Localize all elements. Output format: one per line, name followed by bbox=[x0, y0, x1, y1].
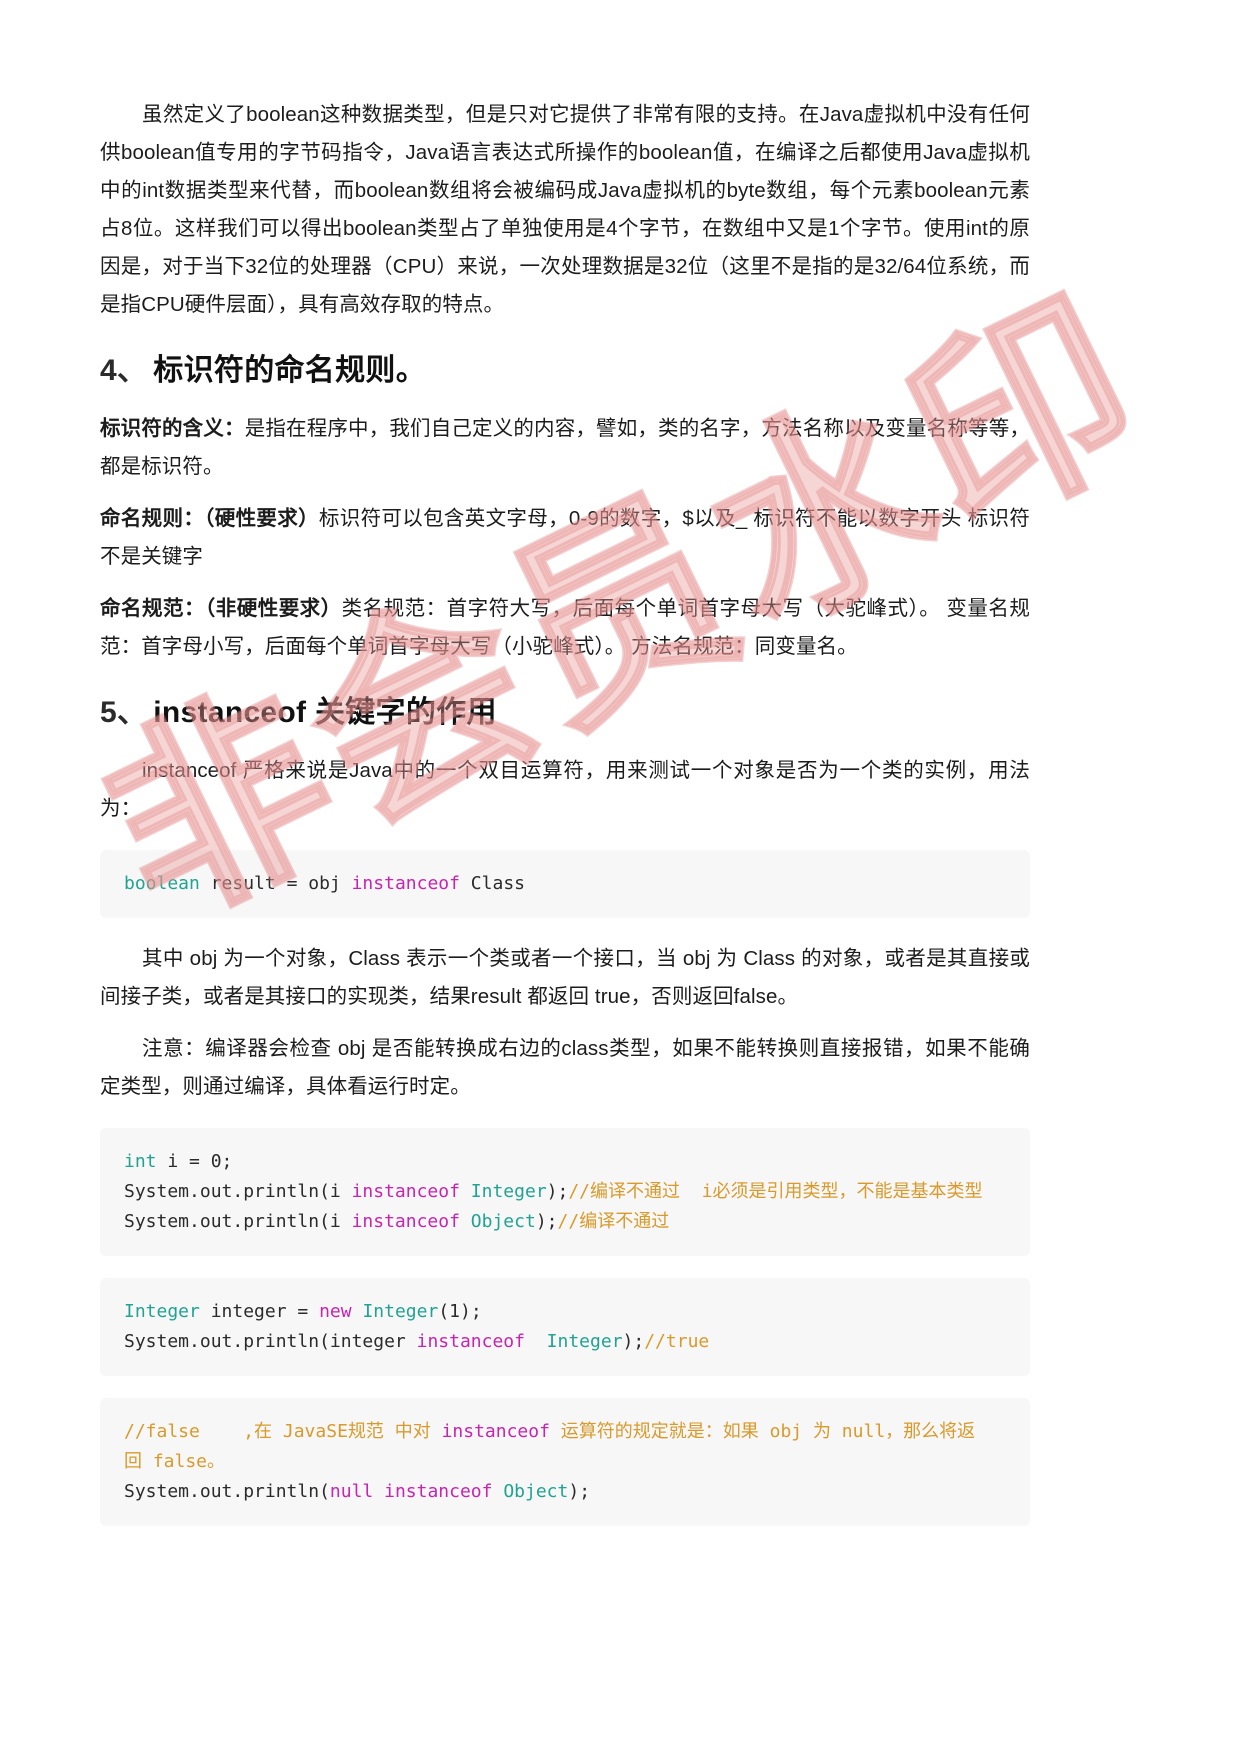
code-token: = bbox=[189, 1151, 200, 1172]
paragraph-instanceof-note: 注意：编译器会检查 obj 是否能转换成右边的class类型，如果不能转换则直接… bbox=[100, 1037, 1030, 1098]
section-number-4: 4、 bbox=[100, 354, 148, 387]
paragraph-naming-rule: 命名规则：（硬性要求）标识符可以包含英文字母，0-9的数字，$以及_ 标识符不能… bbox=[100, 500, 1030, 576]
code-token: 回 false。 bbox=[124, 1451, 226, 1472]
code-token: ); bbox=[622, 1331, 645, 1352]
code-token: System.out.println(i bbox=[124, 1211, 352, 1232]
code-line: System.out.println(i instanceof Object);… bbox=[124, 1207, 1006, 1237]
section-title-5: instanceof 关键字的作用 bbox=[153, 696, 497, 729]
code-token: Object bbox=[503, 1481, 569, 1502]
code-token: //编译不通过 bbox=[557, 1211, 670, 1232]
section-heading-4: 4、 标识符的命名规则。 bbox=[100, 350, 1030, 392]
paragraph-identifier-meaning: 标识符的含义：是指在程序中，我们自己定义的内容，譬如，类的名字，方法名称以及变量… bbox=[100, 410, 1030, 486]
code-token: Object bbox=[470, 1211, 536, 1232]
code-line: System.out.println(null instanceof Objec… bbox=[124, 1477, 1006, 1507]
code-token: instanceof bbox=[384, 1481, 493, 1502]
code-line: 回 false。 bbox=[124, 1447, 1006, 1477]
section-heading-5: 5、 instanceof 关键字的作用 bbox=[100, 692, 1030, 734]
code-token: System.out.println( bbox=[124, 1481, 330, 1502]
document-content: 虽然定义了boolean这种数据类型，但是只对它提供了非常有限的支持。在Java… bbox=[100, 96, 1030, 1548]
code-token: i bbox=[156, 1151, 190, 1172]
code-token: instanceof bbox=[351, 873, 460, 894]
paragraph-naming-convention: 命名规范：（非硬性要求）类名规范：首字符大写，后面每个单词首字母大写（大驼峰式）… bbox=[100, 590, 1030, 666]
code-token: instanceof bbox=[351, 1181, 460, 1202]
code-token: null bbox=[329, 1481, 374, 1502]
code-block-3: Integer integer = new Integer(1); System.… bbox=[100, 1278, 1030, 1376]
code-token: ); bbox=[546, 1181, 569, 1202]
code-line: System.out.println(integer instanceof In… bbox=[124, 1327, 1006, 1357]
code-token: 运算符的规定就是：如果 obj 为 null，那么将返 bbox=[549, 1421, 976, 1442]
code-line: //false ,在 JavaSE规范 中对 instanceof 运算符的规定… bbox=[124, 1417, 1006, 1447]
code-line: boolean result = obj instanceof Class bbox=[124, 869, 1006, 899]
code-block-2: int i = 0; System.out.println(i instanceo… bbox=[100, 1128, 1030, 1256]
code-token: Integer bbox=[470, 1181, 547, 1202]
label-naming-rule: 命名规则：（硬性要求） bbox=[100, 507, 319, 530]
code-token: //编译不通过 i必须是引用类型，不能是基本类型 bbox=[568, 1181, 983, 1202]
code-token: new bbox=[319, 1301, 352, 1322]
code-token: Integer bbox=[546, 1331, 623, 1352]
code-token: Integer bbox=[362, 1301, 439, 1322]
code-token: instanceof bbox=[416, 1331, 525, 1352]
code-token: int bbox=[124, 1151, 157, 1172]
label-naming-convention: 命名规范：（非硬性要求） bbox=[100, 597, 342, 620]
code-token: result bbox=[199, 873, 287, 894]
code-token: obj bbox=[297, 873, 352, 894]
paragraph-instanceof-intro: instanceof 严格来说是Java中的一个双目运算符，用来测试一个对象是否… bbox=[100, 759, 1030, 820]
code-line: System.out.println(i instanceof Integer)… bbox=[124, 1177, 1006, 1207]
code-token: ); bbox=[535, 1211, 558, 1232]
paragraph-boolean-intro: 虽然定义了boolean这种数据类型，但是只对它提供了非常有限的支持。在Java… bbox=[100, 103, 1030, 316]
section-number-5: 5、 bbox=[100, 696, 148, 729]
code-token: Integer bbox=[124, 1301, 200, 1322]
code-block-4: //false ,在 JavaSE规范 中对 instanceof 运算符的规定… bbox=[100, 1398, 1030, 1526]
code-token: boolean bbox=[124, 873, 200, 894]
code-token: = bbox=[286, 873, 298, 894]
code-token: instanceof bbox=[351, 1211, 460, 1232]
code-token: System.out.println(i bbox=[124, 1181, 352, 1202]
code-token: Class bbox=[459, 873, 525, 894]
code-line: int i = 0; bbox=[124, 1147, 1006, 1177]
document-page: 非会员水印 虽然定义了boolean这种数据类型，但是只对它提供了非常有限的支持… bbox=[0, 0, 1240, 1753]
code-token: integer bbox=[199, 1301, 298, 1322]
code-token: instanceof bbox=[441, 1421, 550, 1442]
code-block-1: boolean result = obj instanceof Class bbox=[100, 850, 1030, 918]
code-token: 0; bbox=[199, 1151, 233, 1172]
paragraph-instanceof-explain: 其中 obj 为一个对象，Class 表示一个类或者一个接口，当 obj 为 C… bbox=[100, 947, 1030, 1008]
code-line: Integer integer = new Integer(1); bbox=[124, 1297, 1006, 1327]
code-token: //true bbox=[644, 1331, 710, 1352]
code-token: = bbox=[297, 1301, 309, 1322]
code-token: System.out.println(integer bbox=[124, 1331, 417, 1352]
code-token: ); bbox=[568, 1481, 591, 1502]
section-title-4: 标识符的命名规则。 bbox=[153, 354, 426, 387]
code-token: //false ,在 JavaSE规范 中对 bbox=[124, 1421, 442, 1442]
code-token: (1); bbox=[438, 1301, 482, 1322]
label-identifier-meaning: 标识符的含义： bbox=[100, 417, 245, 440]
